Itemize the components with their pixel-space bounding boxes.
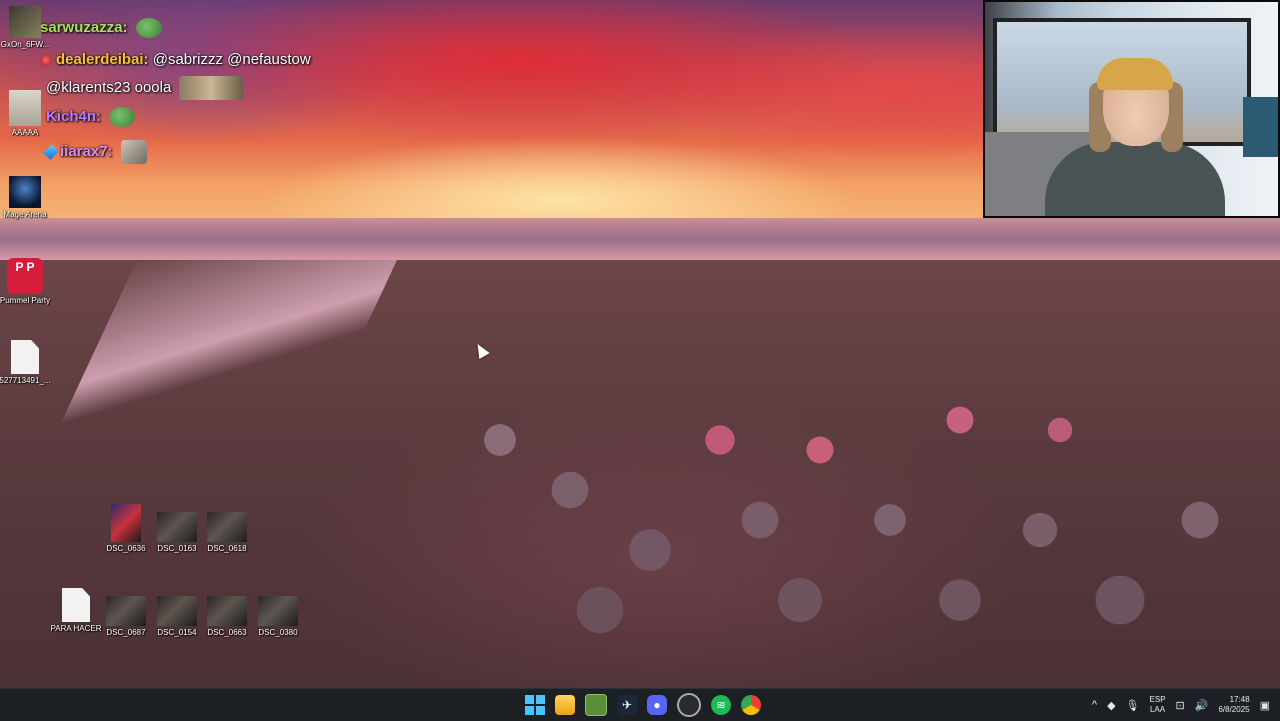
windows-start-icon[interactable] [525, 695, 545, 715]
desktop-icon-photo[interactable]: DSC_0380 [247, 596, 309, 638]
keyboard-layout: LAA [1149, 705, 1166, 714]
photo-thumbnail-icon [157, 596, 197, 626]
chat-message: iiarax7: [43, 140, 147, 164]
frog-emote-icon [135, 18, 162, 38]
speaker-icon[interactable]: 🔊 [1195, 699, 1209, 712]
taskbar: ✈ ● ≋ ^ ◆ 🎙 ESP LAA ⊡ 🔊 17:48 6/8/2025 ▣ [0, 688, 1280, 721]
clock-time: 17:48 [1229, 695, 1250, 704]
chat-message: @klarents23 ooola [46, 76, 244, 100]
folder-icon[interactable] [555, 695, 575, 715]
spotify-icon[interactable]: ≋ [711, 695, 731, 715]
photo-thumbnail-icon [258, 596, 298, 626]
avatar-icon [9, 6, 41, 38]
clock[interactable]: 17:48 6/8/2025 [1218, 695, 1249, 715]
photo-thumbnail-icon [157, 512, 197, 542]
chat-username: iiarax7: [60, 142, 113, 160]
system-tray: ^ ◆ 🎙 ESP LAA ⊡ 🔊 17:48 6/8/2025 ▣ [1092, 689, 1270, 721]
cat-emote-icon [120, 140, 147, 164]
language-code: ESP [1149, 695, 1166, 704]
chat-message: sarwuzazza: [40, 18, 162, 38]
chat-text: @klarents23 ooola [46, 78, 172, 96]
desktop-icon-file[interactable]: 527713491_... [0, 340, 56, 386]
desktop-icon-label: GxOn_6FW... [0, 40, 50, 49]
desktop-icon-label: Pummel Party [0, 296, 51, 305]
chat-message: Kich4n: [46, 107, 136, 127]
photo-thumbnail-icon [111, 504, 141, 542]
network-icon[interactable]: ⊡ [1176, 699, 1185, 712]
notification-icon[interactable]: ▣ [1260, 699, 1270, 712]
desktop-icon-label: Mage Arena [3, 210, 47, 219]
file-icon [62, 588, 90, 622]
file-icon [11, 340, 39, 374]
language-indicator[interactable]: ESP LAA [1150, 695, 1166, 715]
webcam-overlay [983, 0, 1280, 218]
desktop-icon-label: DSC_0618 [207, 544, 247, 553]
frog-emote-icon [109, 107, 136, 127]
taskbar-apps: ✈ ● ≋ [525, 689, 761, 721]
image-emote-icon [179, 76, 244, 100]
microphone-icon[interactable]: 🎙 [1126, 699, 1140, 712]
desktop-icon-aaaaa[interactable]: AAAAA [0, 90, 56, 138]
photo-thumbnail-icon [207, 512, 247, 542]
chat-text: @sabrizzz @nefaustow [152, 51, 311, 68]
desktop-icon-pummel-party[interactable]: P P Pummel Party [0, 258, 56, 306]
photo-thumbnail-icon [106, 596, 146, 626]
desktop-icon-label: 527713491_... [0, 376, 51, 385]
desktop-icon-mage-arena[interactable]: Mage Arena [0, 176, 56, 220]
desktop-icon-label: DSC_0380 [258, 628, 298, 637]
chrome-icon[interactable] [741, 695, 761, 715]
pummel-party-icon: P P [7, 258, 43, 294]
discord-icon[interactable]: ● [647, 695, 667, 715]
desktop-icon-gxon[interactable]: GxOn_6FW... [0, 6, 56, 50]
obs-icon[interactable] [677, 693, 701, 717]
desktop-icon-label: AAAAA [11, 128, 39, 137]
chat-username: dealerdeibai: [56, 51, 149, 68]
clock-date: 6/8/2025 [1218, 705, 1250, 714]
app-icon [9, 90, 41, 126]
wallpaper-tide-pools [420, 300, 1280, 688]
desktop-icon-photo[interactable]: DSC_0618 [196, 512, 258, 554]
webcam-person-shirt [1045, 142, 1225, 216]
steam-icon[interactable]: ✈ [617, 695, 637, 715]
defender-icon[interactable]: ◆ [1107, 699, 1115, 712]
webcam-monitor [1243, 97, 1278, 157]
mage-arena-icon [9, 176, 41, 208]
chevron-up-icon[interactable]: ^ [1092, 699, 1097, 711]
photo-thumbnail-icon [207, 596, 247, 626]
webcam-person-beanie [1097, 58, 1173, 90]
xbox-icon[interactable] [585, 694, 607, 716]
gem-badge-icon [43, 144, 59, 160]
badge-icon [40, 54, 52, 67]
chat-message: dealerdeibai: @sabrizzz @nefaustow [40, 51, 311, 68]
